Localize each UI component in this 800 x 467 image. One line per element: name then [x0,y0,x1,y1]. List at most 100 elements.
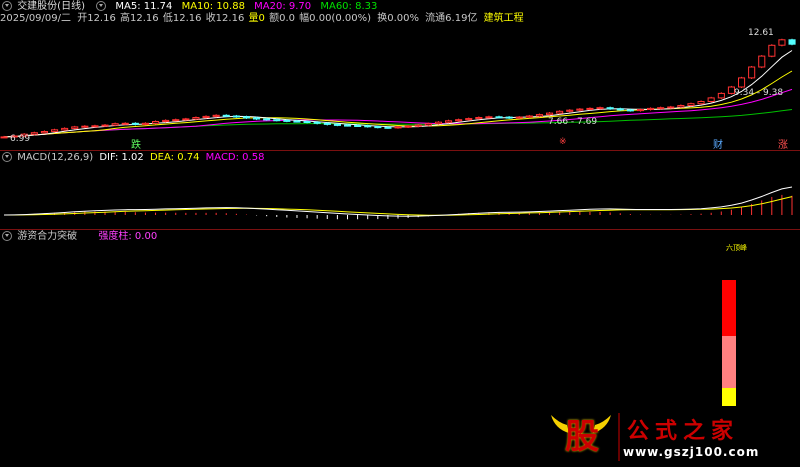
macd-title: MACD(12,26,9) [17,152,94,163]
candle-body [344,124,352,127]
candle-body [697,101,705,105]
ma20-value: MA20: 9.70 [254,1,312,12]
mid-label-1: 9.34 - 9.38 [734,88,784,98]
quote-open: 开12.16 [77,13,116,24]
candle-body [434,121,442,125]
ma10-value: MA10: 10.88 [181,1,245,12]
candle-body [182,118,190,121]
candle-body [535,114,544,117]
macd-collapse-icon[interactable] [2,152,12,162]
candle-body [424,123,432,126]
candle-body [414,124,422,127]
indicator-header: 游资合力突破 强度柱: 0.00 [0,230,163,244]
candle-body [162,119,170,123]
indicator-collapse-icon[interactable] [2,231,12,241]
candle-body [515,116,523,119]
indicator-chart[interactable] [0,245,800,425]
candle-body [0,136,8,139]
candle-body [465,118,473,121]
candle-body [323,122,331,125]
watermark-logo: 股 公式之家 www.gszj100.com [547,407,792,467]
ma60-value: MA60: 8.33 [320,1,378,12]
indicator-label: 强度柱: 0.00 [98,231,158,242]
candle-body [222,114,230,117]
watermark-main-char: 股 [565,417,599,457]
candle-body [475,117,483,120]
candle-body [40,131,49,134]
candle-body [81,125,89,128]
candle-body [91,125,99,128]
candle-body [636,109,645,112]
candle-body [626,109,634,112]
candle-body [717,92,725,99]
low-label: 6.99 [10,134,31,144]
ma-toggle-icon[interactable] [96,1,107,11]
price-chart[interactable] [0,26,800,150]
mid-label-2: 7.66 - 7.69 [548,117,598,127]
candle-body [687,103,695,106]
candle-body [303,121,311,123]
tag-cai: 财 [713,140,723,151]
candle-body [30,132,38,135]
candle-body [333,123,341,126]
candle-body [202,115,210,119]
stock-title: 交建股份(日线) [17,1,85,12]
candle-body [576,108,584,111]
strength-bar-pink [722,336,736,388]
strength-bar-red [722,280,736,336]
collapse-icon[interactable] [2,1,12,11]
candle-body [768,44,776,57]
ma5-value: MA5: 11.74 [115,1,173,12]
candle-body [61,127,69,131]
macd-dea: DEA: 0.74 [149,152,200,163]
candle-body [586,107,594,110]
quote-volume: 量0 [248,13,265,24]
candle-body [131,122,139,125]
candle-body [253,117,261,120]
candle-body [273,119,281,122]
dea-line [4,196,793,216]
macd-dif: DIF: 1.02 [99,152,144,163]
quote-date: 2025/09/09/二 [0,13,72,24]
tag-dot: ※ [559,137,567,147]
candle-body [152,121,160,124]
quote-sector: 建筑工程 [483,13,524,24]
candle-body [647,107,655,111]
candle-body [121,122,129,125]
candle-body [455,119,463,122]
macd-chart[interactable] [0,165,800,229]
candle-body [313,121,321,124]
candle-body [212,114,220,117]
candle-body [495,116,503,119]
high-label: 12.61 [748,28,774,38]
candle-body [606,107,614,110]
candle-body [616,108,624,111]
quote-float: 流通6.19亿 [425,13,478,24]
tag-zhang: 涨 [778,140,788,151]
quote-turnover: 换0.00% [377,13,419,24]
candle-body [556,110,564,114]
candle-body [172,119,180,122]
indicator-title: 游资合力突破 [17,231,78,242]
candle-body [354,125,362,127]
macd-value: MACD: 0.58 [205,152,265,163]
candle-body [384,126,392,129]
candle-body [707,97,715,103]
candle-body [263,118,271,121]
candle-body [242,116,250,119]
quote-amount: 额0.0 [269,13,295,24]
candle-body [141,122,149,125]
candle-body [111,123,119,126]
candle-body [596,107,604,110]
candle-body [232,115,240,118]
watermark-text: 公式之家 [627,418,740,444]
watermark-url: www.gszj100.com [623,445,760,459]
quote-close: 收12.16 [205,13,245,24]
candle-body [758,55,766,68]
quote-low: 低12.16 [162,13,202,24]
candle-body [525,115,533,118]
candle-body [394,126,402,129]
candle-body [445,120,453,123]
quote-high: 高12.16 [120,13,159,24]
candle-body [677,105,685,108]
